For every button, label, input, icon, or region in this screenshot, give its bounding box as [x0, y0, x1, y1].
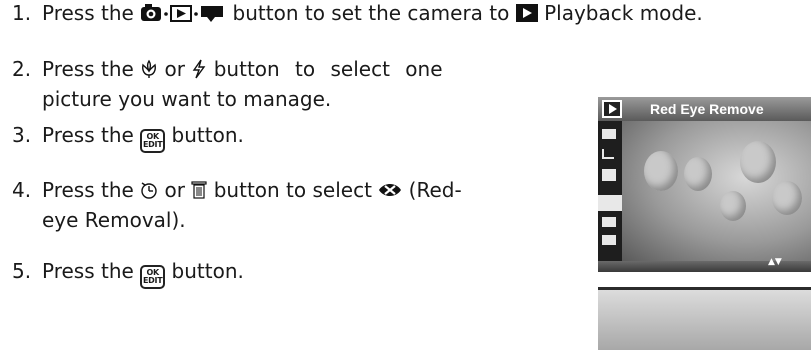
edit-menu-sidebar [598, 121, 622, 261]
red-eye-icon [378, 180, 402, 207]
lcd-screenshot-2 [598, 287, 811, 350]
step-5: 5. Press the OK EDIT button. [12, 258, 244, 289]
crop-icon [602, 149, 614, 159]
step-number: 1. [12, 1, 32, 25]
family-photo [622, 121, 811, 261]
playback-icon [515, 3, 538, 30]
save-as-icon [602, 235, 616, 245]
step-2: 2. Press the or button to select one pict… [12, 57, 443, 111]
step-number: 2. [12, 57, 32, 81]
lcd-title: Red Eye Remove [650, 101, 764, 117]
resize-icon [602, 129, 616, 139]
macro-icon [140, 59, 158, 86]
step-number: 4. [12, 178, 32, 202]
step-1: 1.Press the button to set the camera to [12, 0, 703, 30]
step-3: 3. Press the OK EDIT button. [12, 122, 244, 153]
lcd-screenshot-red-eye: Red Eye Remove ▲▼ [598, 97, 811, 272]
step-number: 5. [12, 259, 32, 283]
step-4: 4. Press the or button to select (Red- e… [12, 178, 462, 232]
rotate-icon [602, 169, 616, 181]
step-number: 3. [12, 123, 32, 147]
lcd-title-bar: Red Eye Remove [598, 97, 811, 121]
save-icon [602, 217, 616, 227]
nav-arrows: ▲▼ [768, 257, 782, 267]
trash-icon [191, 180, 207, 207]
red-eye-menu-item [598, 195, 622, 211]
ok-edit-button-icon: OK EDIT [140, 129, 166, 153]
flash-icon [191, 59, 207, 86]
self-timer-icon [140, 180, 158, 207]
mode-cycle-icon [140, 3, 226, 30]
ok-edit-button-icon: OK EDIT [140, 265, 166, 289]
playback-icon [602, 100, 622, 118]
